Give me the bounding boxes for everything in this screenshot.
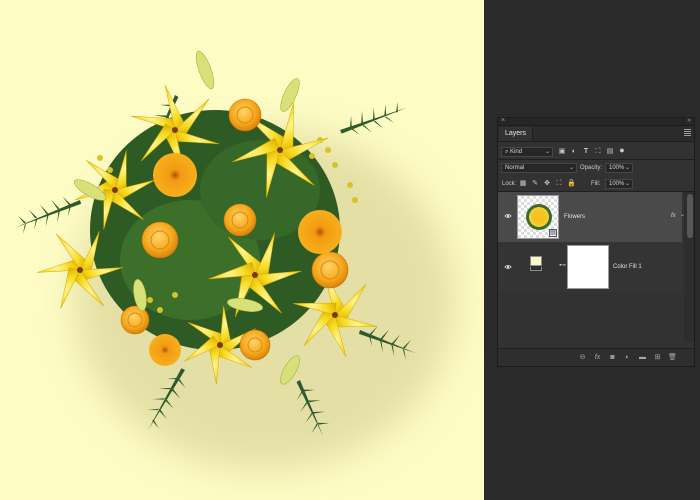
adjustment-filter-icon[interactable]: ◐ bbox=[570, 148, 578, 156]
divider bbox=[498, 159, 694, 160]
document-canvas[interactable] bbox=[0, 0, 484, 500]
filter-kind-label: Kind bbox=[510, 149, 523, 155]
panel-menu-icon[interactable] bbox=[684, 129, 691, 137]
scrollbar-thumb[interactable] bbox=[687, 194, 693, 238]
chevron-down-icon: ⌄ bbox=[544, 149, 550, 155]
mask-icon[interactable]: ◙ bbox=[608, 353, 617, 362]
lock-all-icon[interactable]: 🔒 bbox=[567, 180, 576, 188]
visibility-eye-icon[interactable] bbox=[504, 212, 512, 220]
layers-panel: × » Layers ⌕ Kind ⌄ ▣ ◐ T ⛶ ▤ ● Normal ⌄… bbox=[497, 117, 695, 367]
type-filter-icon[interactable]: T bbox=[582, 148, 590, 156]
chevron-down-icon: ⌄ bbox=[568, 165, 574, 171]
panel-title-bar[interactable]: × » bbox=[498, 117, 694, 126]
layer-mask-thumbnail[interactable] bbox=[567, 245, 609, 289]
panel-footer: ⊖ fx ◙ ◐ ▬ ⊞ 🗑 bbox=[498, 348, 694, 366]
smart-object-badge-icon: ▤ bbox=[549, 229, 557, 237]
lock-row: Lock: ▦ ✎ ✥ ⛶ 🔒 Fill: 100% ⌄ bbox=[498, 178, 694, 190]
blend-mode-value: Normal bbox=[505, 165, 525, 171]
lock-artboard-icon[interactable]: ⛶ bbox=[555, 180, 563, 188]
layer-row-flowers[interactable]: ▤ Flowers fx ⌄ bbox=[498, 192, 685, 242]
folder-icon[interactable]: ▬ bbox=[638, 353, 647, 362]
opacity-field[interactable]: 100% ⌄ bbox=[605, 163, 633, 173]
opacity-value: 100% bbox=[609, 165, 625, 171]
layer-name-color-fill[interactable]: Color Fill 1 bbox=[613, 263, 642, 271]
lock-position-icon[interactable]: ✥ bbox=[543, 180, 551, 188]
chevron-down-icon: ⌄ bbox=[624, 181, 630, 187]
fill-label: Fill: bbox=[591, 181, 601, 187]
flower-bouquet-image bbox=[14, 50, 455, 470]
link-icon[interactable]: ⊷ bbox=[559, 261, 566, 269]
layer-name-flowers[interactable]: Flowers bbox=[564, 213, 585, 221]
pixel-filter-icon[interactable]: ▣ bbox=[558, 148, 566, 156]
fill-field[interactable]: 100% ⌄ bbox=[605, 179, 633, 189]
layer-row-color-fill[interactable]: ⊷ Color Fill 1 bbox=[498, 242, 682, 292]
adjustment-icon[interactable]: ◐ bbox=[623, 353, 632, 362]
close-panel-button[interactable]: × bbox=[501, 117, 505, 124]
tab-layers[interactable]: Layers bbox=[499, 127, 534, 141]
fx-icon[interactable]: fx bbox=[593, 353, 602, 362]
layer-effects-icon[interactable]: fx bbox=[671, 212, 676, 220]
blend-mode-select[interactable]: Normal ⌄ bbox=[501, 163, 577, 173]
opacity-label: Opacity: bbox=[580, 165, 603, 171]
expand-panel-button[interactable]: » bbox=[687, 117, 691, 124]
smart-object-filter-icon[interactable]: ▤ bbox=[606, 148, 614, 156]
new-layer-icon[interactable]: ⊞ bbox=[653, 353, 662, 362]
visibility-eye-icon[interactable] bbox=[504, 263, 512, 271]
lock-label: Lock: bbox=[502, 181, 517, 187]
filter-kind-select[interactable]: ⌕ Kind ⌄ bbox=[501, 147, 553, 157]
filter-toggle-icon[interactable]: ● bbox=[618, 146, 626, 155]
fill-swatch-thumbnail[interactable] bbox=[530, 256, 542, 272]
fill-value: 100% bbox=[609, 181, 625, 187]
search-icon: ⌕ bbox=[505, 149, 509, 155]
filter-row: ⌕ Kind ⌄ ▣ ◐ T ⛶ ▤ ● bbox=[498, 146, 694, 158]
shape-filter-icon[interactable]: ⛶ bbox=[594, 148, 602, 156]
link-icon[interactable]: ⊖ bbox=[578, 353, 587, 362]
layer-thumbnail: ▤ bbox=[517, 195, 559, 239]
chevron-down-icon: ⌄ bbox=[624, 165, 630, 171]
lock-image-icon[interactable]: ✎ bbox=[531, 180, 539, 188]
blend-row: Normal ⌄ Opacity: 100% ⌄ bbox=[498, 162, 694, 174]
lock-transparency-icon[interactable]: ▦ bbox=[519, 180, 527, 188]
panel-tab-bar: Layers bbox=[498, 126, 694, 142]
trash-icon[interactable]: 🗑 bbox=[668, 353, 677, 362]
